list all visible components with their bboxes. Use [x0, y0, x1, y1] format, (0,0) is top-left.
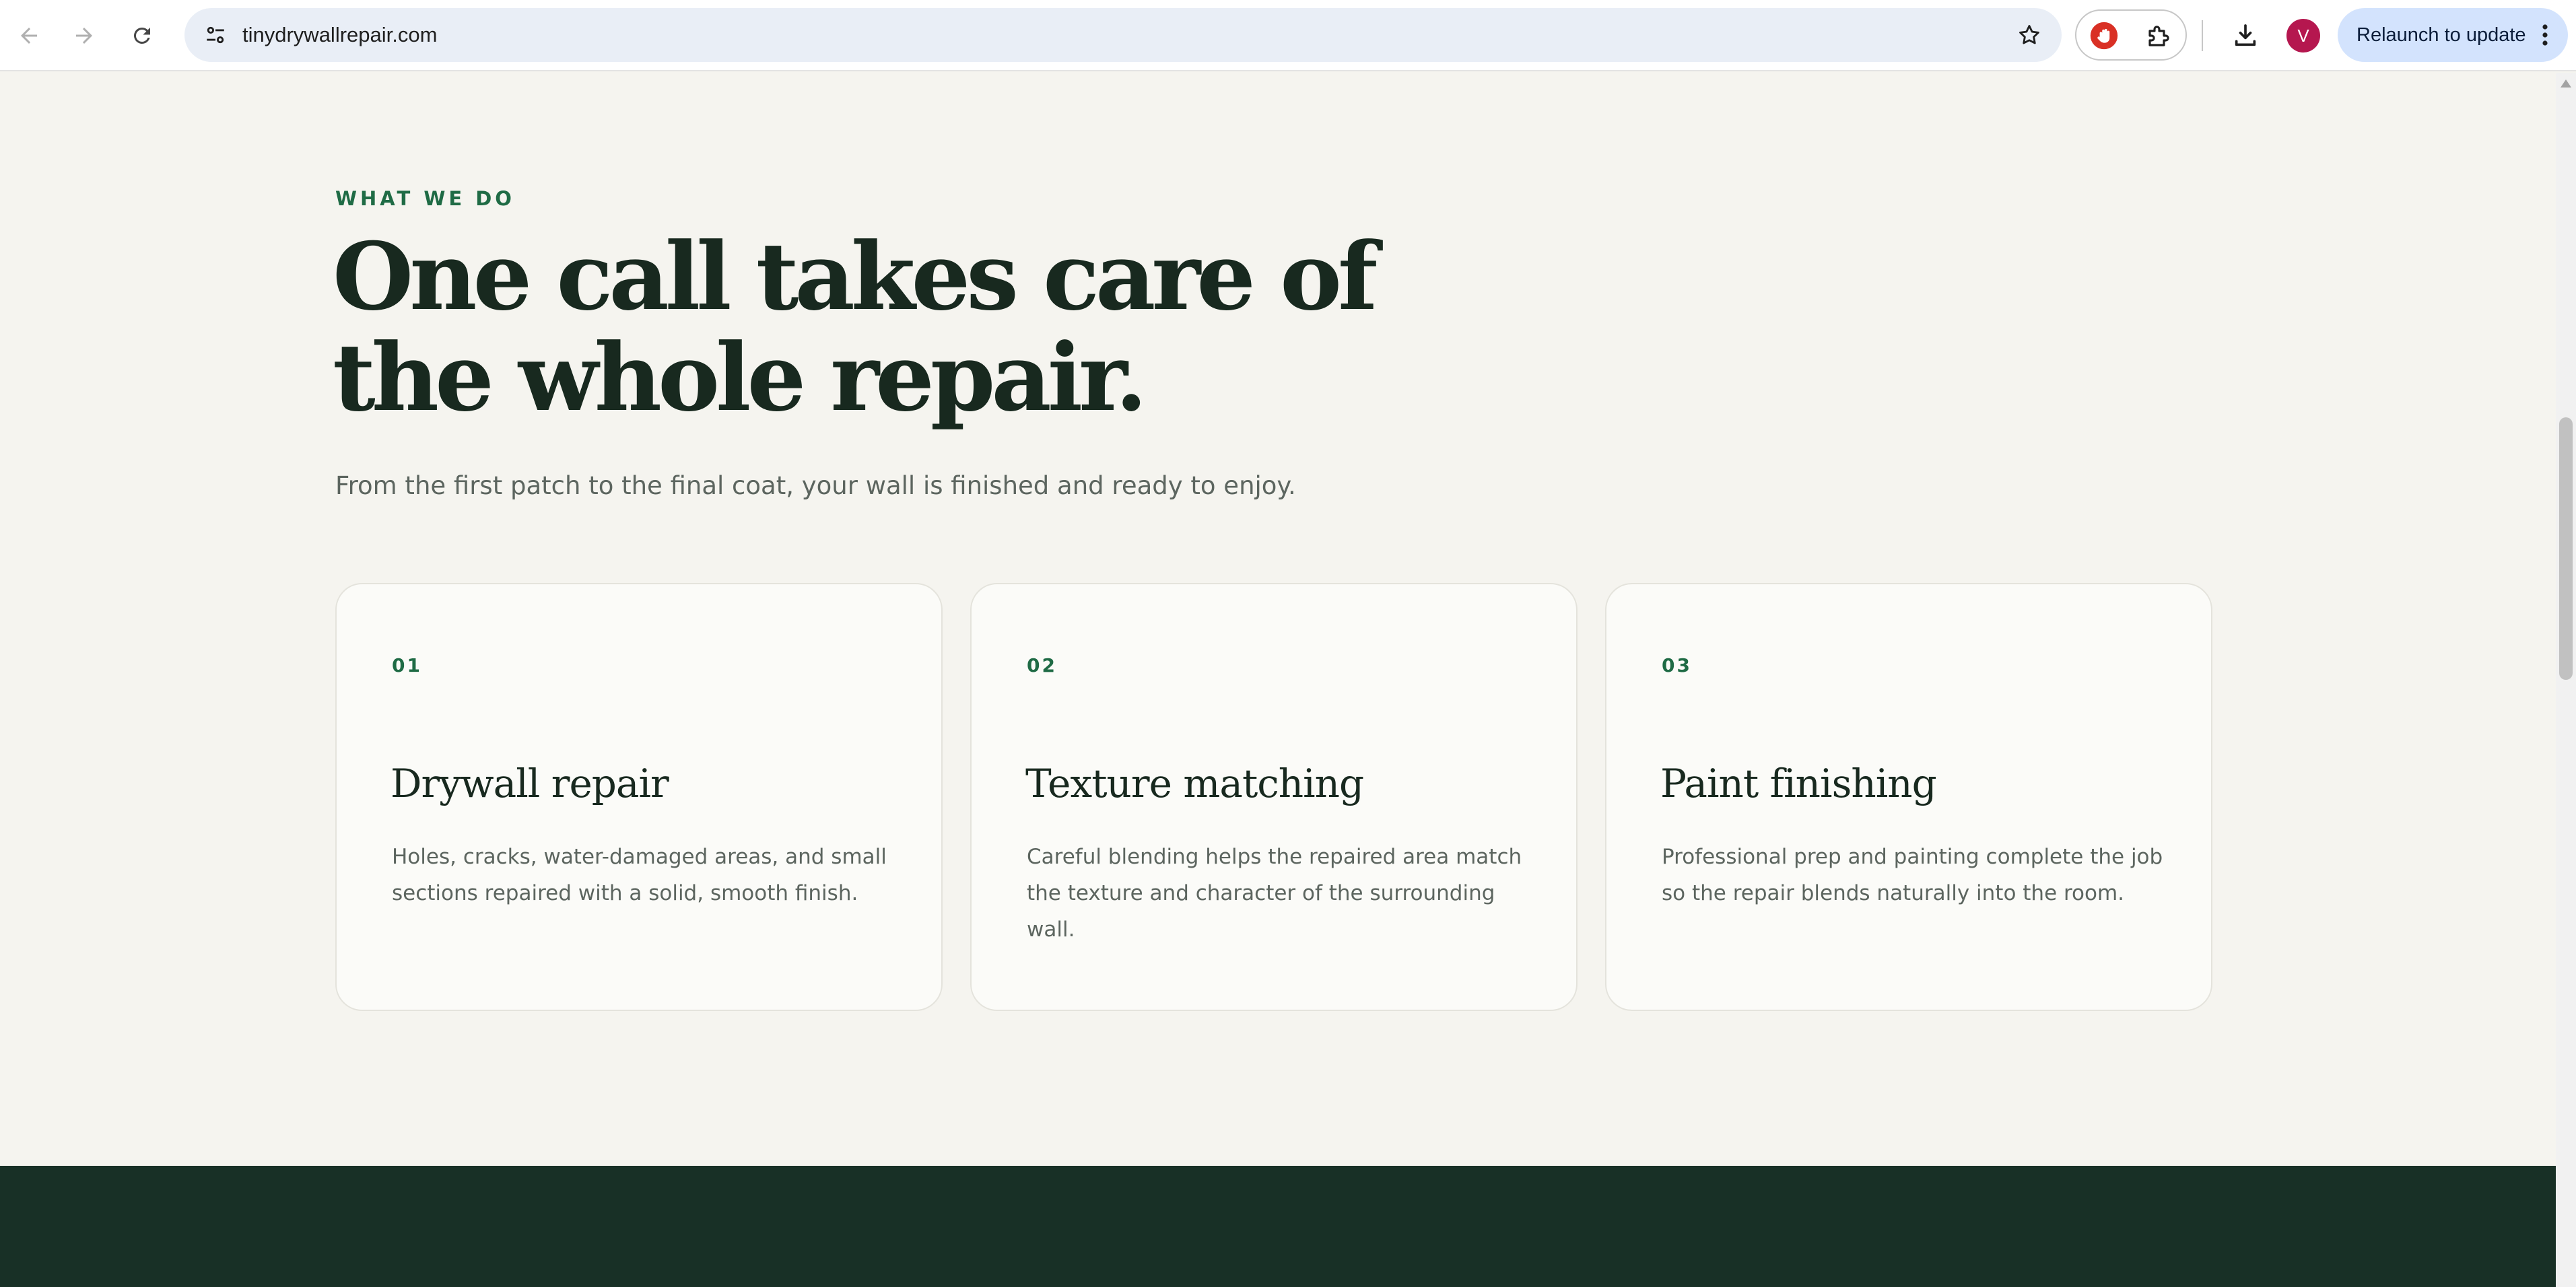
extension-stop-button[interactable] [2084, 16, 2124, 55]
page-scrollbar[interactable] [2556, 73, 2576, 1287]
relaunch-label: Relaunch to update [2357, 24, 2526, 46]
service-title: Paint finishing [1660, 761, 1937, 806]
reload-button[interactable] [121, 15, 163, 57]
browser-menu-button[interactable] [2532, 19, 2558, 51]
service-card-texture-matching: 02 Texture matching Careful blending hel… [970, 583, 1578, 1011]
next-section-band [0, 1166, 2556, 1287]
page-viewport: WHAT WE DO One call takes care of the wh… [0, 73, 2556, 1287]
star-icon [2019, 25, 2039, 44]
service-number: 03 [1662, 654, 1692, 676]
bookmark-button[interactable] [2010, 16, 2048, 54]
service-card-paint-finishing: 03 Paint finishing Professional prep and… [1605, 583, 2212, 1011]
downloads-button[interactable] [2225, 15, 2266, 57]
arrow-left-icon [21, 28, 37, 44]
profile-avatar[interactable]: V [2286, 19, 2320, 53]
puzzle-icon [2148, 26, 2169, 46]
address-bar[interactable]: tinydrywallrepair.com [184, 8, 2062, 62]
service-number: 01 [392, 654, 422, 676]
service-description: Professional prep and painting complete … [1662, 845, 2163, 905]
service-card-drywall-repair: 01 Drywall repair Holes, cracks, water-d… [335, 583, 943, 1011]
download-icon [2235, 24, 2256, 46]
back-button[interactable] [8, 15, 50, 57]
headline-line-1: One call takes care of [333, 221, 1378, 331]
reload-icon [133, 27, 150, 44]
extensions-group [2075, 9, 2187, 61]
service-description: Holes, cracks, water-damaged areas, and … [392, 845, 887, 905]
browser-toolbar: tinydrywallrepair.com V Relaunch to upda… [0, 0, 2576, 71]
service-title: Drywall repair [391, 761, 669, 806]
service-description: Careful blending helps the repaired area… [1027, 845, 1522, 942]
scroll-up-arrow-icon[interactable] [2561, 79, 2571, 88]
tune-icon [207, 26, 224, 44]
extensions-menu-button[interactable] [2140, 16, 2179, 55]
toolbar-separator [2202, 20, 2203, 51]
section-eyebrow: WHAT WE DO [335, 187, 515, 210]
relaunch-button[interactable]: Relaunch to update [2338, 8, 2568, 62]
section-subtitle: From the first patch to the final coat, … [335, 471, 1296, 500]
kebab-menu-icon [2542, 24, 2548, 46]
forward-button[interactable] [63, 15, 105, 57]
site-info-button[interactable] [197, 16, 234, 54]
scrollbar-thumb[interactable] [2559, 417, 2573, 680]
arrow-right-icon [76, 28, 92, 44]
headline-line-2: the whole repair. [333, 322, 1147, 432]
url-text[interactable]: tinydrywallrepair.com [242, 8, 437, 62]
stop-hand-icon [2090, 22, 2118, 50]
section-headline: One call takes care of the whole repair. [333, 226, 1477, 428]
service-number: 02 [1027, 654, 1057, 676]
service-title: Texture matching [1025, 761, 1364, 806]
